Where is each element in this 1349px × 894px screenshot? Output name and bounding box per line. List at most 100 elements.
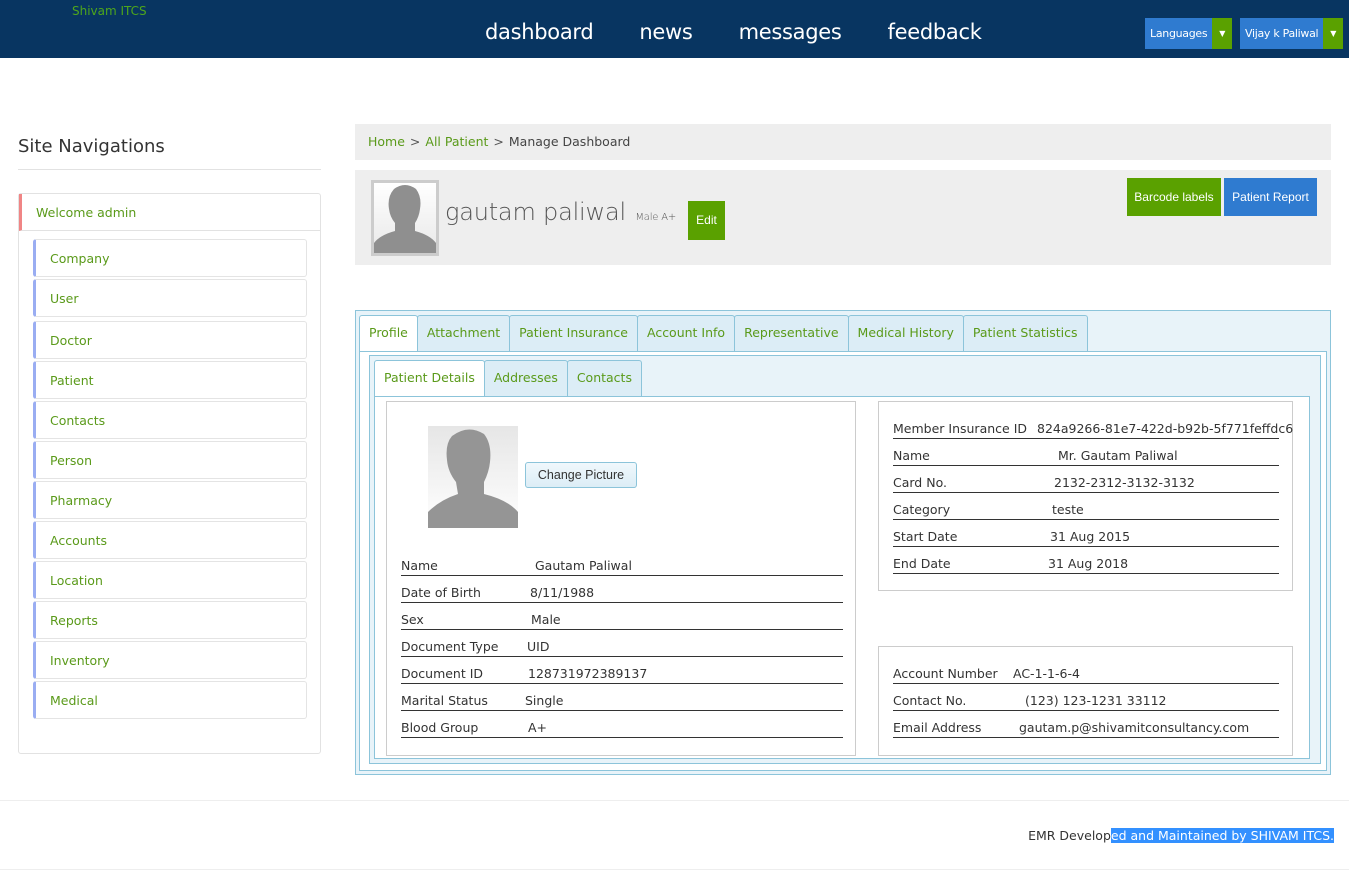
tab-patient-details[interactable]: Patient Details bbox=[374, 360, 485, 397]
detail-row-document-id: Document ID 128731972389137 bbox=[401, 657, 843, 684]
detail-label: Document Type bbox=[401, 639, 499, 654]
divider bbox=[18, 169, 321, 170]
detail-value: Single bbox=[525, 693, 564, 708]
insurance-list: Member Insurance ID 824a9266-81e7-422d-b9… bbox=[893, 412, 1293, 574]
account-value: AC-1-1-6-4 bbox=[1013, 666, 1080, 681]
tab-profile[interactable]: Profile bbox=[359, 315, 418, 352]
sidebar-item-pharmacy[interactable]: Pharmacy bbox=[33, 481, 307, 519]
brand-logo[interactable]: Shivam ITCS bbox=[72, 4, 147, 18]
insurance-row-start-date: Start Date 31 Aug 2015 bbox=[893, 520, 1279, 547]
detail-label: Document ID bbox=[401, 666, 484, 681]
patient-details-list: Name Gautam Paliwal Date of Birth 8/11/198… bbox=[401, 549, 843, 738]
insurance-row-card-no: Card No. 2132-2312-3132-3132 bbox=[893, 466, 1279, 493]
sidebar-item-medical[interactable]: Medical bbox=[33, 681, 307, 719]
insurance-label: End Date bbox=[893, 556, 951, 571]
breadcrumb: Home > All Patient > Manage Dashboard bbox=[355, 124, 1331, 160]
breadcrumb-home[interactable]: Home bbox=[368, 134, 405, 149]
top-navbar: Shivam ITCS dashboard news messages feed… bbox=[0, 0, 1349, 58]
patient-photo bbox=[428, 426, 518, 528]
footer-text-selected: ed and Maintained by SHIVAM ITCS. bbox=[1110, 828, 1334, 843]
detail-row-name: Name Gautam Paliwal bbox=[401, 549, 843, 576]
caret-down-icon[interactable]: ▼ bbox=[1212, 18, 1233, 49]
patient-details-panel: Change Picture Name Gautam Paliwal Date o… bbox=[374, 396, 1310, 759]
languages-dropdown[interactable]: Languages ▼ bbox=[1145, 18, 1233, 49]
insurance-label: Category bbox=[893, 502, 951, 517]
insurance-value: teste bbox=[1052, 502, 1084, 517]
account-value: (123) 123-1231 33112 bbox=[1025, 693, 1167, 708]
account-row-number: Account Number AC-1-1-6-4 bbox=[893, 657, 1279, 684]
patient-report-button[interactable]: Patient Report bbox=[1224, 178, 1317, 216]
sidebar-item-doctor[interactable]: Doctor bbox=[33, 321, 307, 359]
change-picture-button[interactable]: Change Picture bbox=[525, 462, 637, 488]
tab-representative[interactable]: Representative bbox=[734, 315, 849, 351]
detail-value: Gautam Paliwal bbox=[535, 558, 632, 573]
insurance-row-member-id: Member Insurance ID 824a9266-81e7-422d-b9… bbox=[893, 412, 1293, 439]
tab-patient-statistics[interactable]: Patient Statistics bbox=[962, 315, 1088, 351]
person-silhouette-icon bbox=[428, 429, 518, 528]
detail-label: Name bbox=[401, 558, 438, 573]
sidebar-item-location[interactable]: Location bbox=[33, 561, 307, 599]
patient-header: gautam paliwal Male A+ Edit Barcode labe… bbox=[355, 170, 1331, 265]
caret-down-icon[interactable]: ▼ bbox=[1323, 18, 1344, 49]
sidebar-item-person[interactable]: Person bbox=[33, 441, 307, 479]
nav-news[interactable]: news bbox=[639, 20, 692, 44]
sidebar-panel: Welcome admin Company User Doctor Patien… bbox=[18, 193, 321, 754]
sidebar-item-company[interactable]: Company bbox=[33, 239, 307, 277]
nav-messages[interactable]: messages bbox=[739, 20, 842, 44]
insurance-row-name: Name Mr. Gautam Paliwal bbox=[893, 439, 1279, 466]
welcome-header[interactable]: Welcome admin bbox=[19, 194, 320, 231]
sidebar-item-accounts[interactable]: Accounts bbox=[33, 521, 307, 559]
detail-row-dob: Date of Birth 8/11/1988 bbox=[401, 576, 843, 603]
insurance-row-category: Category teste bbox=[893, 493, 1279, 520]
main-nav: dashboard news messages feedback bbox=[485, 20, 1028, 44]
nav-dashboard[interactable]: dashboard bbox=[485, 20, 594, 44]
account-row-contact: Contact No. (123) 123-1231 33112 bbox=[893, 684, 1279, 711]
detail-label: Sex bbox=[401, 612, 424, 627]
tab-patient-insurance[interactable]: Patient Insurance bbox=[509, 315, 638, 351]
detail-label: Blood Group bbox=[401, 720, 479, 735]
tab-contacts[interactable]: Contacts bbox=[566, 360, 642, 396]
breadcrumb-separator: > bbox=[409, 134, 421, 149]
edit-button[interactable]: Edit bbox=[688, 201, 725, 240]
sidebar-item-user[interactable]: User bbox=[33, 279, 307, 317]
user-button[interactable]: Vijay k Paliwal bbox=[1240, 18, 1324, 49]
detail-row-document-type: Document Type UID bbox=[401, 630, 843, 657]
insurance-label: Start Date bbox=[893, 529, 958, 544]
sidebar-item-contacts[interactable]: Contacts bbox=[33, 401, 307, 439]
insurance-label: Card No. bbox=[893, 475, 947, 490]
account-value: gautam.p@shivamitconsultancy.com bbox=[1019, 720, 1250, 735]
insurance-value: 31 Aug 2018 bbox=[1048, 556, 1129, 571]
detail-value: Male bbox=[531, 612, 561, 627]
tab-medical-history[interactable]: Medical History bbox=[847, 315, 964, 351]
sidebar-item-patient[interactable]: Patient bbox=[33, 361, 307, 399]
detail-row-blood-group: Blood Group A+ bbox=[401, 711, 843, 738]
sidebar-item-reports[interactable]: Reports bbox=[33, 601, 307, 639]
user-dropdown[interactable]: Vijay k Paliwal ▼ bbox=[1240, 18, 1344, 49]
account-label: Account Number bbox=[893, 666, 998, 681]
avatar bbox=[371, 180, 439, 256]
patient-name-text: gautam paliwal bbox=[445, 198, 626, 226]
insurance-row-end-date: End Date 31 Aug 2018 bbox=[893, 547, 1279, 574]
detail-row-sex: Sex Male bbox=[401, 603, 843, 630]
detail-label: Date of Birth bbox=[401, 585, 481, 600]
detail-value: A+ bbox=[528, 720, 548, 735]
insurance-value: 2132-2312-3132-3132 bbox=[1054, 475, 1195, 490]
breadcrumb-separator: > bbox=[493, 134, 504, 149]
insurance-label: Member Insurance ID bbox=[893, 421, 1028, 436]
insurance-value: Mr. Gautam Paliwal bbox=[1058, 448, 1178, 463]
sidebar-item-inventory[interactable]: Inventory bbox=[33, 641, 307, 679]
breadcrumb-current: Manage Dashboard bbox=[508, 134, 631, 149]
tab-addresses[interactable]: Addresses bbox=[483, 360, 568, 396]
insurance-box: Member Insurance ID 824a9266-81e7-422d-b9… bbox=[878, 401, 1293, 591]
insurance-value: 824a9266-81e7-422d-b92b-5f771feffdc6 bbox=[1037, 421, 1294, 436]
breadcrumb-all-patient[interactable]: All Patient bbox=[425, 134, 488, 149]
account-list: Account Number AC-1-1-6-4 Contact No. (123… bbox=[893, 657, 1279, 738]
tab-account-info[interactable]: Account Info bbox=[636, 315, 736, 351]
languages-button[interactable]: Languages bbox=[1145, 18, 1213, 49]
divider bbox=[0, 800, 1349, 801]
account-row-email: Email Address gautam.p@shivamitconsultanc… bbox=[893, 711, 1279, 738]
tab-attachment[interactable]: Attachment bbox=[416, 315, 511, 351]
sidebar-title: Site Navigations bbox=[18, 136, 165, 157]
barcode-labels-button[interactable]: Barcode labels bbox=[1127, 178, 1221, 216]
nav-feedback[interactable]: feedback bbox=[887, 20, 981, 44]
